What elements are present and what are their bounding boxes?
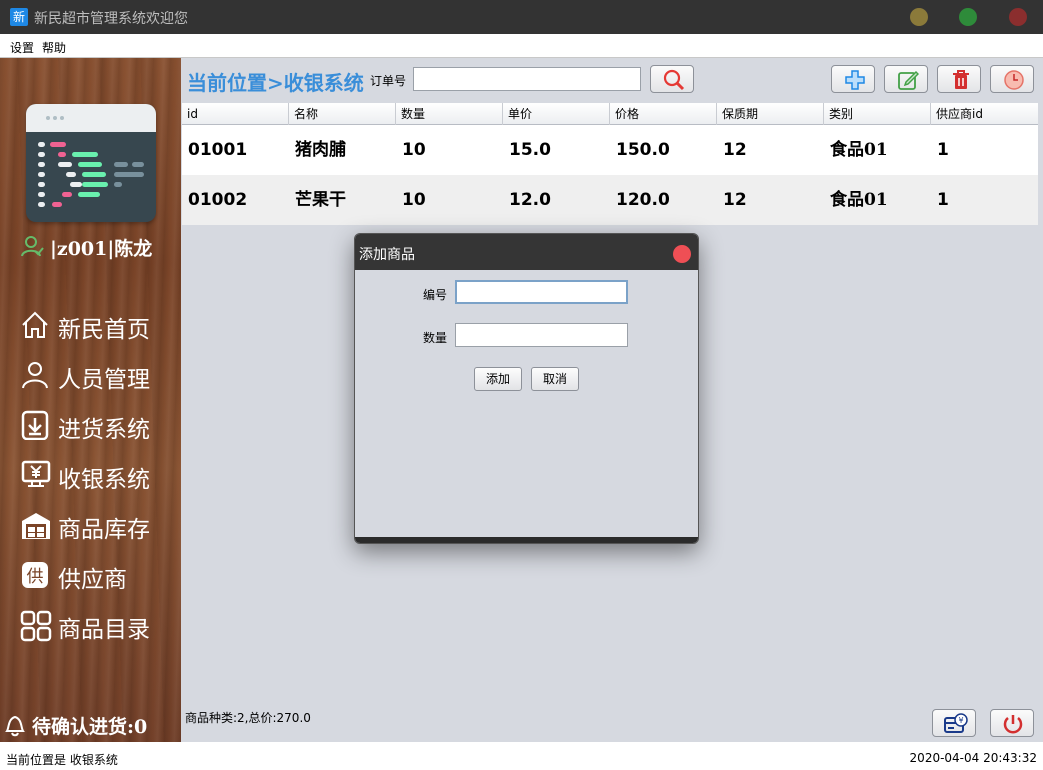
nav-supplier-label: 供应商 [58, 567, 127, 593]
clear-button[interactable] [990, 65, 1034, 93]
nav-catalog[interactable]: 商品目录 [20, 608, 178, 643]
home-icon [22, 311, 48, 338]
cell-price: 120.0 [616, 190, 670, 210]
menu-settings[interactable]: 设置 [10, 39, 34, 56]
nav-cashier[interactable]: 收银系统 [20, 458, 178, 493]
warehouse-icon [22, 513, 50, 539]
cell-id: 01001 [188, 140, 248, 160]
cell-id: 01002 [188, 190, 248, 210]
person-icon [22, 362, 48, 389]
cell-supplier-id: 1 [937, 190, 949, 210]
col-name[interactable]: 名称 [289, 103, 396, 125]
title-bar[interactable]: 新 新民超市管理系统欢迎您 [0, 0, 1043, 34]
nav-staff[interactable]: 人员管理 [20, 358, 178, 393]
menu-bar: 设置 帮助 [0, 34, 1043, 58]
dialog-title: 添加商品 [359, 247, 415, 263]
cell-shelf-life: 12 [723, 140, 747, 160]
cell-price: 150.0 [616, 140, 670, 160]
breadcrumb: 当前位置>收银系统 [187, 71, 364, 95]
table-row[interactable]: 01001 猪肉脯 10 15.0 150.0 12 食品01 1 [182, 125, 1038, 175]
dialog-close-button[interactable] [673, 245, 691, 263]
code-input[interactable] [455, 280, 628, 304]
pending-purchases[interactable]: 待确认进货:0 [2, 710, 180, 738]
nav-home-label: 新民首页 [58, 317, 150, 343]
maximize-button[interactable] [959, 8, 977, 26]
clock-icon [1004, 70, 1024, 90]
window-title: 新民超市管理系统欢迎您 [34, 11, 188, 27]
status-location: 当前位置是 收银系统 [6, 753, 118, 767]
edit-button[interactable] [884, 65, 928, 93]
bell-icon [5, 715, 25, 737]
checkout-button[interactable]: ¥ [932, 709, 976, 737]
sidebar: |z001|陈龙 新民首页 人员管理 进货系统 收银系统 商品库存 供 供应商 … [0, 58, 181, 742]
edit-icon [898, 70, 919, 90]
cell-shelf-life: 12 [723, 190, 747, 210]
col-unit-price[interactable]: 单价 [503, 103, 610, 125]
cell-supplier-id: 1 [937, 140, 949, 160]
dialog-header[interactable]: 添加商品 [355, 234, 698, 270]
cell-unit-price: 15.0 [509, 140, 551, 160]
nav-catalog-label: 商品目录 [58, 617, 150, 643]
cashier-icon [21, 460, 51, 487]
col-id[interactable]: id [182, 103, 289, 125]
minimize-button[interactable] [910, 8, 928, 26]
status-bar: 当前位置是 收银系统 2020-04-04 20:43:32 [0, 742, 1043, 770]
col-price[interactable]: 价格 [610, 103, 717, 125]
nav-cashier-label: 收银系统 [58, 467, 150, 493]
status-datetime: 2020-04-04 20:43:32 [909, 751, 1037, 765]
user-icon [21, 236, 44, 257]
download-icon [21, 410, 49, 440]
cell-qty: 10 [402, 190, 426, 210]
trash-icon [953, 70, 969, 89]
grid-icon [20, 610, 52, 642]
col-supplier-id[interactable]: 供应商id [931, 103, 1038, 125]
cell-unit-price: 12.0 [509, 190, 551, 210]
nav-home[interactable]: 新民首页 [20, 308, 178, 343]
cell-name: 芒果干 [295, 190, 346, 210]
supplier-icon: 供 [22, 562, 48, 588]
search-button[interactable] [650, 65, 694, 93]
dialog-footer [355, 537, 698, 543]
cell-category: 食品01 [830, 190, 888, 210]
dialog-cancel-button[interactable]: 取消 [531, 367, 579, 391]
search-icon [663, 69, 685, 91]
code-logo-icon [26, 104, 156, 222]
table-row[interactable]: 01002 芒果干 10 12.0 120.0 12 食品01 1 [182, 175, 1038, 225]
quantity-label: 数量 [423, 331, 448, 345]
add-button[interactable] [831, 65, 875, 93]
plus-icon [845, 70, 865, 90]
nav-purchase[interactable]: 进货系统 [20, 408, 178, 443]
cell-qty: 10 [402, 140, 426, 160]
nav-purchase-label: 进货系统 [58, 417, 150, 443]
col-qty[interactable]: 数量 [396, 103, 503, 125]
nav-supplier[interactable]: 供 供应商 [20, 558, 178, 593]
payment-card-icon: ¥ [944, 713, 968, 733]
table-header: id 名称 数量 单价 价格 保质期 类别 供应商id [182, 103, 1038, 125]
nav-staff-label: 人员管理 [58, 367, 150, 393]
user-name: |z001|陈龙 [50, 238, 153, 260]
dialog-add-button[interactable]: 添加 [474, 367, 522, 391]
nav-inventory[interactable]: 商品库存 [20, 508, 178, 543]
col-shelf-life[interactable]: 保质期 [717, 103, 824, 125]
svg-text:¥: ¥ [958, 716, 963, 725]
col-category[interactable]: 类别 [824, 103, 931, 125]
app-logo-icon: 新 [10, 8, 28, 26]
nav-inventory-label: 商品库存 [58, 517, 150, 543]
logout-button[interactable] [990, 709, 1034, 737]
code-label: 编号 [423, 288, 448, 302]
order-number-input[interactable] [413, 67, 641, 91]
cart-summary: 商品种类:2,总价:270.0 [185, 711, 311, 725]
close-button[interactable] [1009, 8, 1027, 26]
quantity-input[interactable] [455, 323, 628, 347]
power-icon [1003, 715, 1023, 734]
app-window: 新 新民超市管理系统欢迎您 设置 帮助 |z001|陈龙 新民首页 人员管理 进… [0, 0, 1043, 770]
add-product-dialog: 添加商品 编号 数量 添加 取消 [354, 233, 699, 544]
menu-help[interactable]: 帮助 [42, 39, 66, 56]
svg-text:供: 供 [27, 567, 44, 587]
order-number-label: 订单号 [370, 74, 407, 88]
cell-name: 猪肉脯 [295, 140, 346, 160]
delete-button[interactable] [937, 65, 981, 93]
cell-category: 食品01 [830, 140, 888, 160]
pending-label: 待确认进货:0 [32, 716, 148, 738]
